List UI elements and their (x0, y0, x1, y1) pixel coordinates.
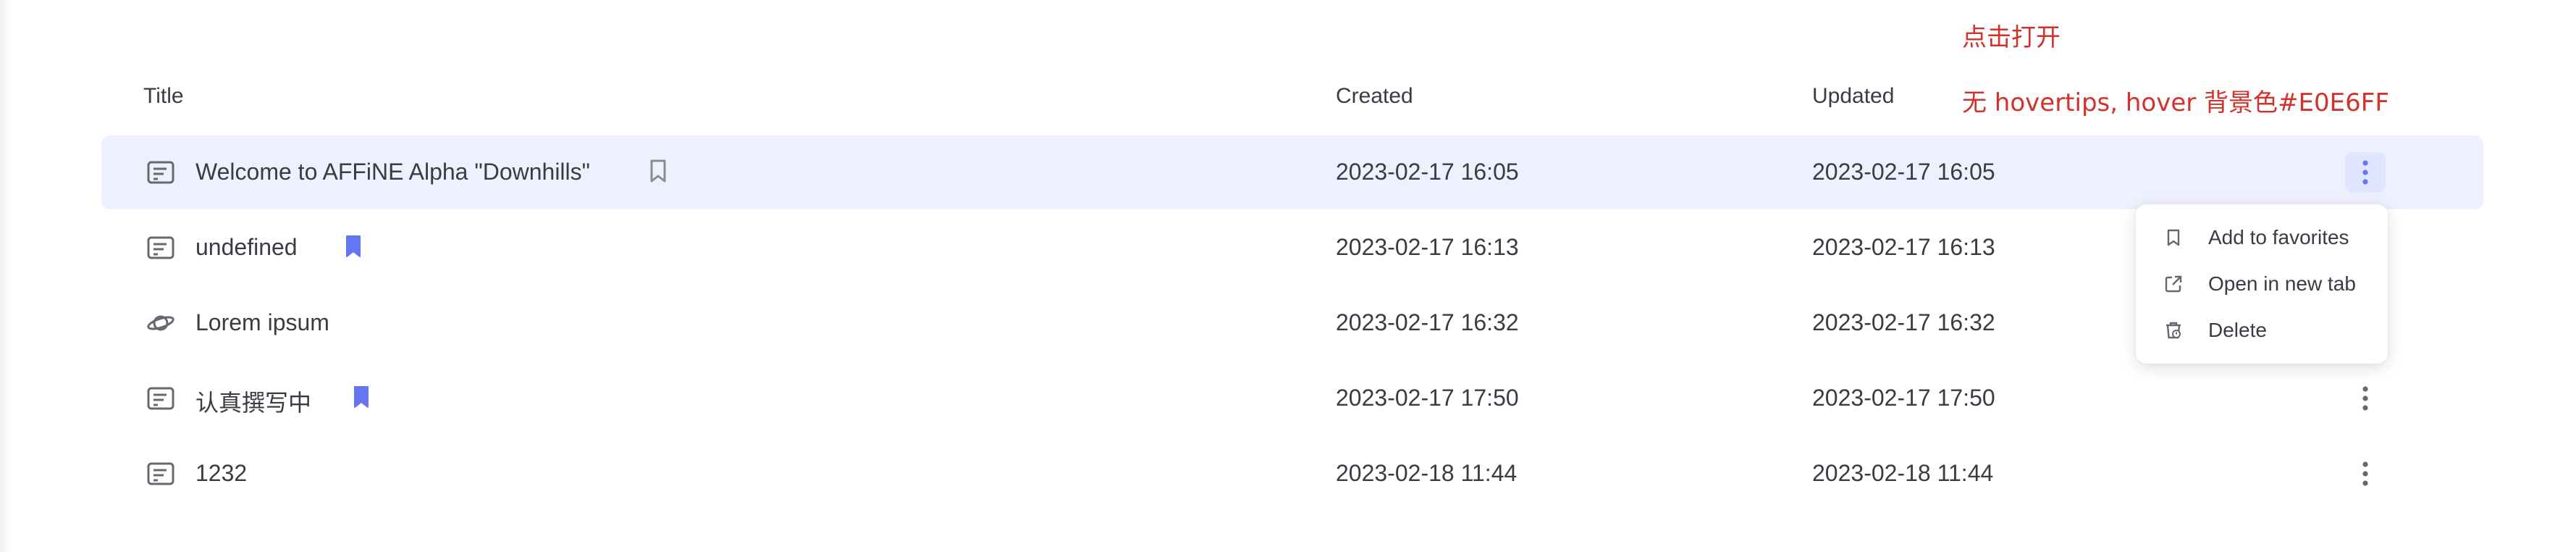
page-row[interactable]: undefined 2023-02-17 16:13 2023-02-17 16… (101, 211, 2483, 285)
updated-date: 2023-02-18 11:44 (1812, 460, 1994, 486)
created-date: 2023-02-17 17:50 (1336, 385, 1519, 411)
updated-date: 2023-02-17 17:50 (1812, 385, 1995, 411)
more-options-button[interactable] (2345, 152, 2386, 193)
doc-icon (147, 462, 174, 485)
column-header-updated[interactable]: Updated (1812, 84, 1894, 109)
annotation-hover-note: 无 hovertips, hover 背景色#E0E6FF (1962, 88, 2389, 117)
bookmark-icon[interactable] (648, 159, 668, 183)
menu-item-label: Open in new tab (2208, 272, 2356, 295)
bookmark-filled-icon[interactable] (343, 234, 363, 259)
page-row[interactable]: Welcome to AFFiNE Alpha "Downhills" 2023… (101, 135, 2483, 209)
doc-icon (147, 236, 174, 259)
more-vertical-icon (2362, 386, 2368, 411)
page-row[interactable]: 认真撰写中 2023-02-17 17:50 2023-02-17 17:50 (101, 361, 2483, 435)
column-header-created[interactable]: Created (1336, 84, 1413, 109)
doc-icon (147, 161, 174, 184)
created-date: 2023-02-17 16:13 (1336, 234, 1519, 260)
page-title[interactable]: Welcome to AFFiNE Alpha "Downhills" (195, 159, 590, 185)
page-title[interactable]: 认真撰写中 (195, 385, 311, 418)
created-date: 2023-02-17 16:05 (1336, 159, 1519, 185)
column-header-title[interactable]: Title (143, 84, 184, 109)
annotation-open-note: 点击打开 (1962, 23, 2061, 52)
bookmark-icon (2167, 229, 2180, 246)
page-title[interactable]: undefined (195, 234, 298, 261)
created-date: 2023-02-17 16:32 (1336, 309, 1519, 335)
menu-item-label: Add to favorites (2208, 226, 2349, 248)
updated-date: 2023-02-17 16:05 (1812, 159, 1995, 185)
more-options-button[interactable] (2345, 453, 2386, 494)
open-in-new-tab-icon (2165, 275, 2182, 293)
updated-date: 2023-02-17 16:32 (1812, 309, 1995, 335)
planet-icon (147, 315, 174, 331)
menu-item-label: Delete (2208, 319, 2267, 341)
page-operation-menu: Add to favorites Open in new tab Delete (2136, 204, 2388, 364)
updated-date: 2023-02-17 16:13 (1812, 234, 1995, 260)
more-options-button[interactable] (2345, 378, 2386, 419)
doc-icon (147, 387, 174, 410)
menu-item-delete[interactable]: Delete (2136, 309, 2388, 352)
more-vertical-icon (2362, 461, 2368, 486)
page-row[interactable]: 1232 2023-02-18 11:44 2023-02-18 11:44 (101, 437, 2483, 511)
menu-item-add-to-favorites[interactable]: Add to favorites (2136, 216, 2388, 259)
page-title[interactable]: Lorem ipsum (195, 309, 329, 336)
bookmark-filled-icon[interactable] (351, 385, 371, 409)
page-row[interactable]: Lorem ipsum 2023-02-17 16:32 2023-02-17 … (101, 286, 2483, 360)
page-title[interactable]: 1232 (195, 460, 247, 487)
more-vertical-icon (2362, 160, 2368, 185)
trash-icon (2166, 322, 2181, 339)
left-edge-shadow (0, 0, 12, 552)
menu-item-open-in-new-tab[interactable]: Open in new tab (2136, 262, 2388, 306)
created-date: 2023-02-18 11:44 (1336, 460, 1518, 486)
